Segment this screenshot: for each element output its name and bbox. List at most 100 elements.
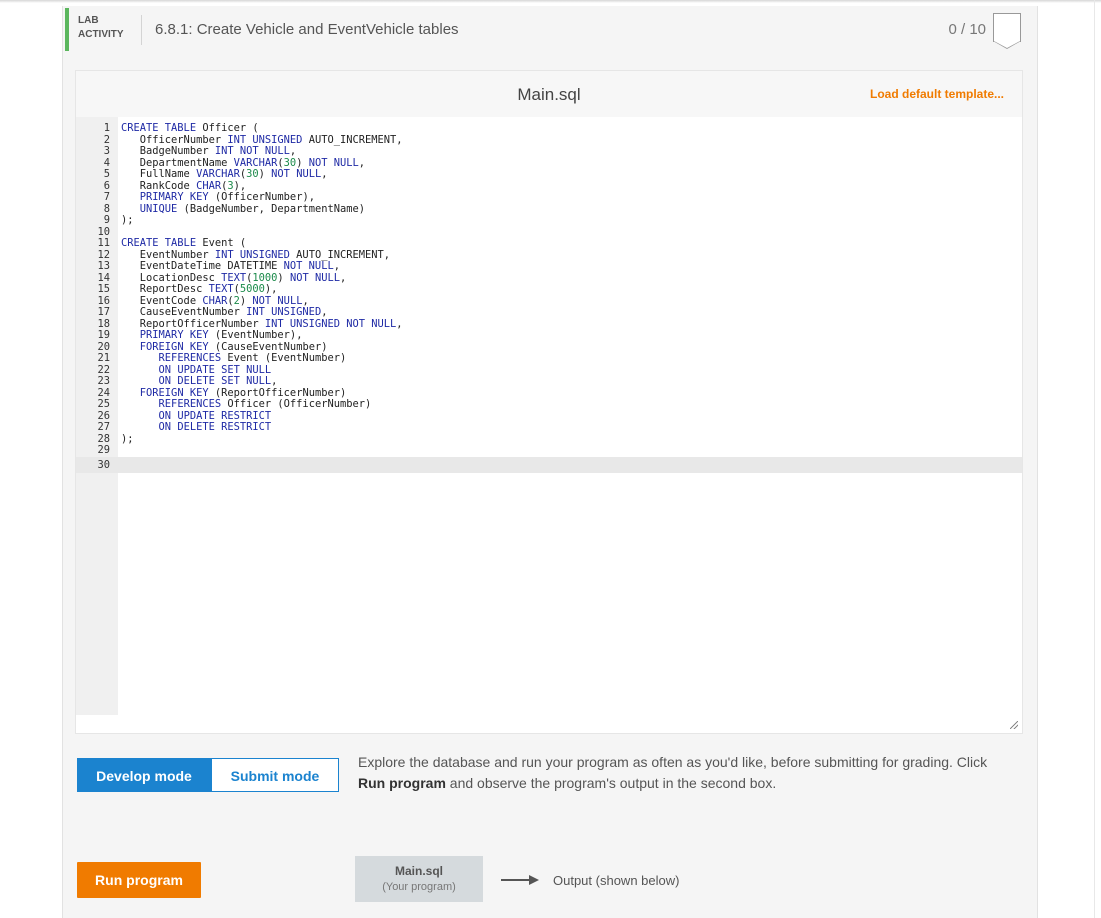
sql-text: (ReportOfficerNumber) bbox=[209, 387, 347, 399]
sql-keyword: CHAR bbox=[196, 180, 221, 192]
sql-keyword: PRIMARY KEY bbox=[140, 191, 209, 203]
sql-text: ) bbox=[240, 295, 253, 307]
output-label: Output (shown below) bbox=[553, 873, 679, 888]
explain-text-post: and observe the program's output in the … bbox=[446, 775, 776, 791]
line-number: 17 bbox=[76, 307, 110, 319]
line-number: 21 bbox=[76, 353, 110, 365]
code-line[interactable]: 27 ON DELETE RESTRICT bbox=[76, 422, 1022, 434]
sql-text: (EventNumber), bbox=[209, 329, 303, 341]
sql-keyword: VARCHAR bbox=[234, 157, 278, 169]
lab-activity-label: LAB ACTIVITY bbox=[78, 14, 124, 42]
sql-keyword: CHAR bbox=[202, 295, 227, 307]
program-box: Main.sql (Your program) bbox=[355, 856, 483, 902]
sql-text: BadgeNumber bbox=[121, 145, 215, 157]
sql-keyword: UNIQUE bbox=[140, 203, 178, 215]
sql-text: FullName bbox=[121, 168, 196, 180]
sql-keyword: TEXT bbox=[209, 283, 234, 295]
sql-keyword: FOREIGN KEY bbox=[140, 341, 209, 353]
submit-mode-button[interactable]: Submit mode bbox=[211, 758, 339, 792]
sql-text bbox=[121, 375, 159, 387]
sql-text: ); bbox=[121, 433, 134, 445]
resize-handle-icon[interactable] bbox=[1010, 721, 1018, 729]
sql-text: (OfficerNumber), bbox=[209, 191, 315, 203]
line-number: 30 bbox=[76, 457, 110, 473]
line-number: 7 bbox=[76, 192, 110, 204]
sql-keyword: ON UPDATE RESTRICT bbox=[159, 410, 272, 422]
sql-keyword: REFERENCES bbox=[159, 398, 222, 410]
sql-text bbox=[121, 329, 140, 341]
sql-text: , bbox=[290, 145, 296, 157]
sql-keyword: INT UNSIGNED bbox=[246, 306, 321, 318]
code-area[interactable]: 1CREATE TABLE Officer (2 OfficerNumber I… bbox=[76, 123, 1022, 473]
sql-text: Event ( bbox=[196, 237, 246, 249]
line-number: 9 bbox=[76, 215, 110, 227]
line-number: 29 bbox=[76, 445, 110, 457]
line-number: 13 bbox=[76, 261, 110, 273]
sql-number: 1000 bbox=[252, 272, 277, 284]
right-arrow-icon bbox=[501, 873, 539, 887]
sql-text: CauseEventNumber bbox=[121, 306, 246, 318]
sql-number: 30 bbox=[284, 157, 297, 169]
explain-text-bold: Run program bbox=[358, 775, 446, 791]
score-text: 0 / 10 bbox=[930, 21, 986, 38]
code-line[interactable]: 8 UNIQUE (BadgeNumber, DepartmentName) bbox=[76, 204, 1022, 216]
sql-keyword: CREATE TABLE bbox=[121, 237, 196, 249]
line-number: 25 bbox=[76, 399, 110, 411]
program-box-title: Main.sql bbox=[355, 864, 483, 878]
sql-text: ) bbox=[277, 272, 290, 284]
sql-text bbox=[121, 410, 159, 422]
code-text: UNIQUE (BadgeNumber, DepartmentName) bbox=[121, 204, 365, 216]
sql-text: , bbox=[302, 295, 308, 307]
lab-label-line2: ACTIVITY bbox=[78, 28, 124, 42]
sql-text: DepartmentName bbox=[121, 157, 234, 169]
code-line[interactable]: 30 bbox=[76, 457, 1022, 473]
code-text: ON DELETE RESTRICT bbox=[121, 422, 271, 434]
sql-text bbox=[121, 421, 159, 433]
sql-text: , bbox=[359, 157, 365, 169]
completion-badge-icon bbox=[993, 13, 1021, 42]
sql-text: , bbox=[321, 306, 327, 318]
sql-keyword: FOREIGN KEY bbox=[140, 387, 209, 399]
page-scrollbar[interactable] bbox=[1094, 0, 1095, 918]
code-line[interactable]: 28); bbox=[76, 434, 1022, 446]
sql-text: ), bbox=[234, 180, 247, 192]
develop-mode-button[interactable]: Develop mode bbox=[77, 758, 211, 792]
sql-keyword: ON DELETE SET NULL bbox=[159, 375, 272, 387]
sql-keyword: PRIMARY KEY bbox=[140, 329, 209, 341]
code-text: ); bbox=[121, 434, 134, 446]
sql-keyword: NOT NULL bbox=[284, 260, 334, 272]
line-number: 5 bbox=[76, 169, 110, 181]
code-editor[interactable]: Main.sql Load default template... 1CREAT… bbox=[75, 70, 1023, 734]
line-number: 1 bbox=[76, 123, 110, 135]
activity-header: LAB ACTIVITY 6.8.1: Create Vehicle and E… bbox=[63, 6, 1037, 54]
sql-text: ) bbox=[296, 157, 309, 169]
load-default-template-link[interactable]: Load default template... bbox=[870, 87, 1004, 101]
sql-text: EventDateTime DATETIME bbox=[121, 260, 284, 272]
sql-text: ); bbox=[121, 214, 134, 226]
sql-keyword: ON UPDATE SET NULL bbox=[159, 364, 272, 376]
sql-keyword: TEXT bbox=[221, 272, 246, 284]
run-program-button[interactable]: Run program bbox=[77, 862, 201, 898]
sql-text: ) bbox=[259, 168, 272, 180]
sql-keyword: NOT NULL bbox=[252, 295, 302, 307]
code-line[interactable]: 9); bbox=[76, 215, 1022, 227]
sql-text bbox=[121, 341, 140, 353]
line-number: 11 bbox=[76, 238, 110, 250]
sql-text: ReportOfficerNumber bbox=[121, 318, 265, 330]
sql-text: AUTO_INCREMENT, bbox=[302, 134, 402, 146]
sql-text: Officer (OfficerNumber) bbox=[221, 398, 371, 410]
sql-text: , bbox=[271, 375, 277, 387]
sql-keyword: INT UNSIGNED bbox=[227, 134, 302, 146]
program-box-subtitle: (Your program) bbox=[355, 881, 483, 893]
code-line[interactable]: 29 bbox=[76, 445, 1022, 457]
header-divider bbox=[141, 15, 142, 45]
sql-text: , bbox=[340, 272, 346, 284]
sql-keyword: CREATE TABLE bbox=[121, 122, 196, 134]
sql-keyword: ON DELETE RESTRICT bbox=[159, 421, 272, 433]
line-number: 23 bbox=[76, 376, 110, 388]
activity-title: 6.8.1: Create Vehicle and EventVehicle t… bbox=[155, 21, 459, 38]
lab-label-line1: LAB bbox=[78, 14, 124, 28]
sql-keyword: NOT NULL bbox=[290, 272, 340, 284]
sql-text: (CauseEventNumber) bbox=[209, 341, 328, 353]
sql-number: 30 bbox=[246, 168, 259, 180]
